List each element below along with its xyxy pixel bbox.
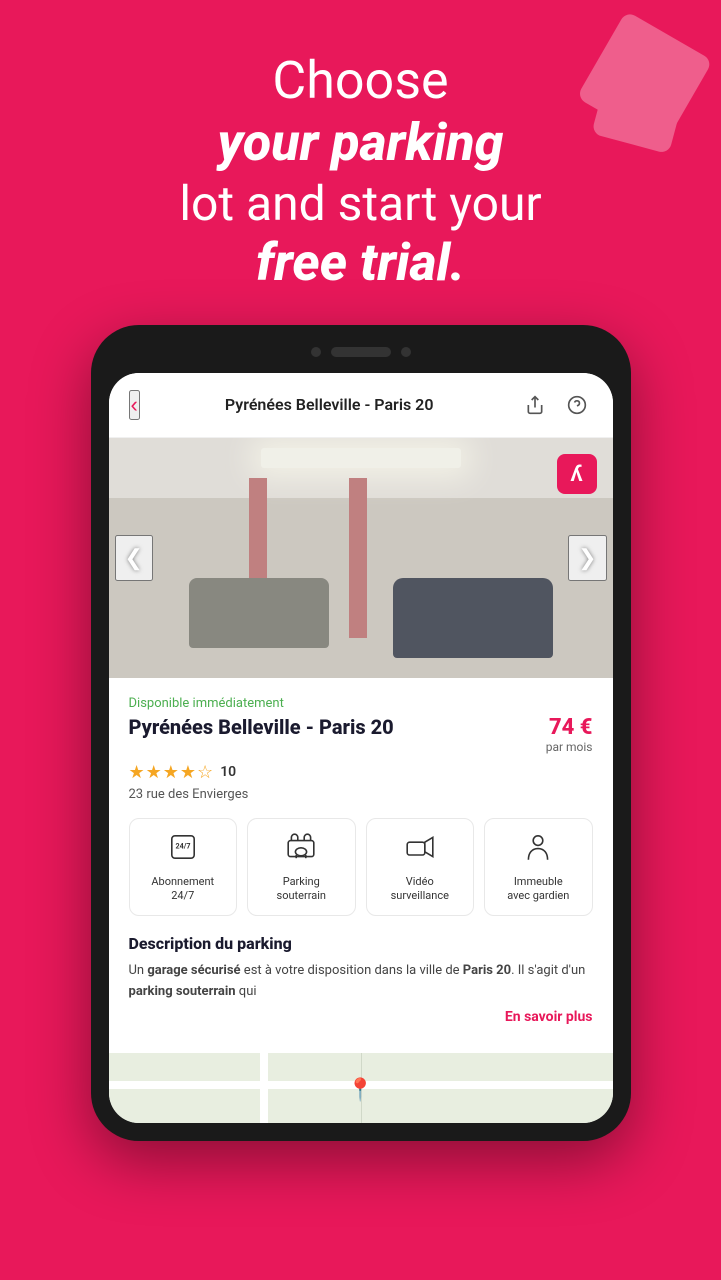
features-grid: 24/7 Abonnement24/7 [129,818,593,917]
description-title: Description du parking [129,934,593,953]
map-road-v [260,1053,268,1123]
phone-wrapper: ‹ Pyrénées Belleville - Paris 20 [0,325,721,1141]
map-pin: 📍 [347,1078,374,1103]
feature-247: 24/7 Abonnement24/7 [129,818,238,917]
name-price-row: Pyrénées Belleville - Paris 20 74 € par … [129,715,593,754]
star-rating: ★★★★☆ [129,762,215,783]
feature-guardian-label: Immeubleavec gardien [507,875,569,904]
parking-address: 23 rue des Envierges [129,787,593,802]
feature-underground: Parkingsouterrain [247,818,356,917]
parking-pillar-2 [349,478,367,638]
feature-surveillance: Vidéosurveillance [366,818,475,917]
map-strip: 📍 [109,1053,613,1123]
app-logo-overlay: ʎ [557,454,597,494]
notch-dot-2 [401,347,411,357]
description-section: Description du parking Un garage sécuris… [129,934,593,1035]
help-button[interactable] [561,389,593,421]
parking-name: Pyrénées Belleville - Paris 20 [129,715,536,739]
person-icon [522,831,554,869]
feature-underground-label: Parkingsouterrain [277,875,326,904]
availability-status: Disponible immédiatement [129,696,593,711]
share-button[interactable] [519,389,551,421]
price-label: par mois [546,740,593,754]
screen-title: Pyrénées Belleville - Paris 20 [140,395,519,414]
phone-notch [109,343,613,361]
image-prev-button[interactable]: ❮ [115,535,153,581]
feature-surveillance-label: Vidéosurveillance [391,875,449,904]
phone-frame: ‹ Pyrénées Belleville - Paris 20 [91,325,631,1141]
car-1 [189,578,329,648]
read-more-link[interactable]: En savoir plus [129,1009,593,1025]
underground-parking-icon [285,831,317,869]
parking-info: Disponible immédiatement Pyrénées Bellev… [109,678,613,1053]
hero-line4: free trial. [60,232,661,294]
notch-slot [331,347,391,357]
image-next-button[interactable]: ❯ [568,535,606,581]
svg-text:24/7: 24/7 [175,841,190,850]
feature-247-label: Abonnement24/7 [151,875,214,904]
rating-row: ★★★★☆ 10 [129,762,593,783]
car-2 [393,578,553,658]
feature-guardian: Immeubleavec gardien [484,818,593,917]
parking-image: ʎ ❮ ❯ [109,438,613,678]
price-amount: 74 € [549,715,593,740]
camera-icon [404,831,436,869]
header-icons [519,389,593,421]
parking-light [261,448,461,468]
description-text: Un garage sécurisé est à votre dispositi… [129,961,593,1003]
rating-count: 10 [220,764,236,780]
notch-dot-1 [311,347,321,357]
clock-247-icon: 24/7 [167,831,199,869]
back-button[interactable]: ‹ [129,390,140,420]
app-header: ‹ Pyrénées Belleville - Paris 20 [109,373,613,438]
phone-screen: ‹ Pyrénées Belleville - Paris 20 [109,373,613,1123]
price-block: 74 € par mois [546,715,593,754]
